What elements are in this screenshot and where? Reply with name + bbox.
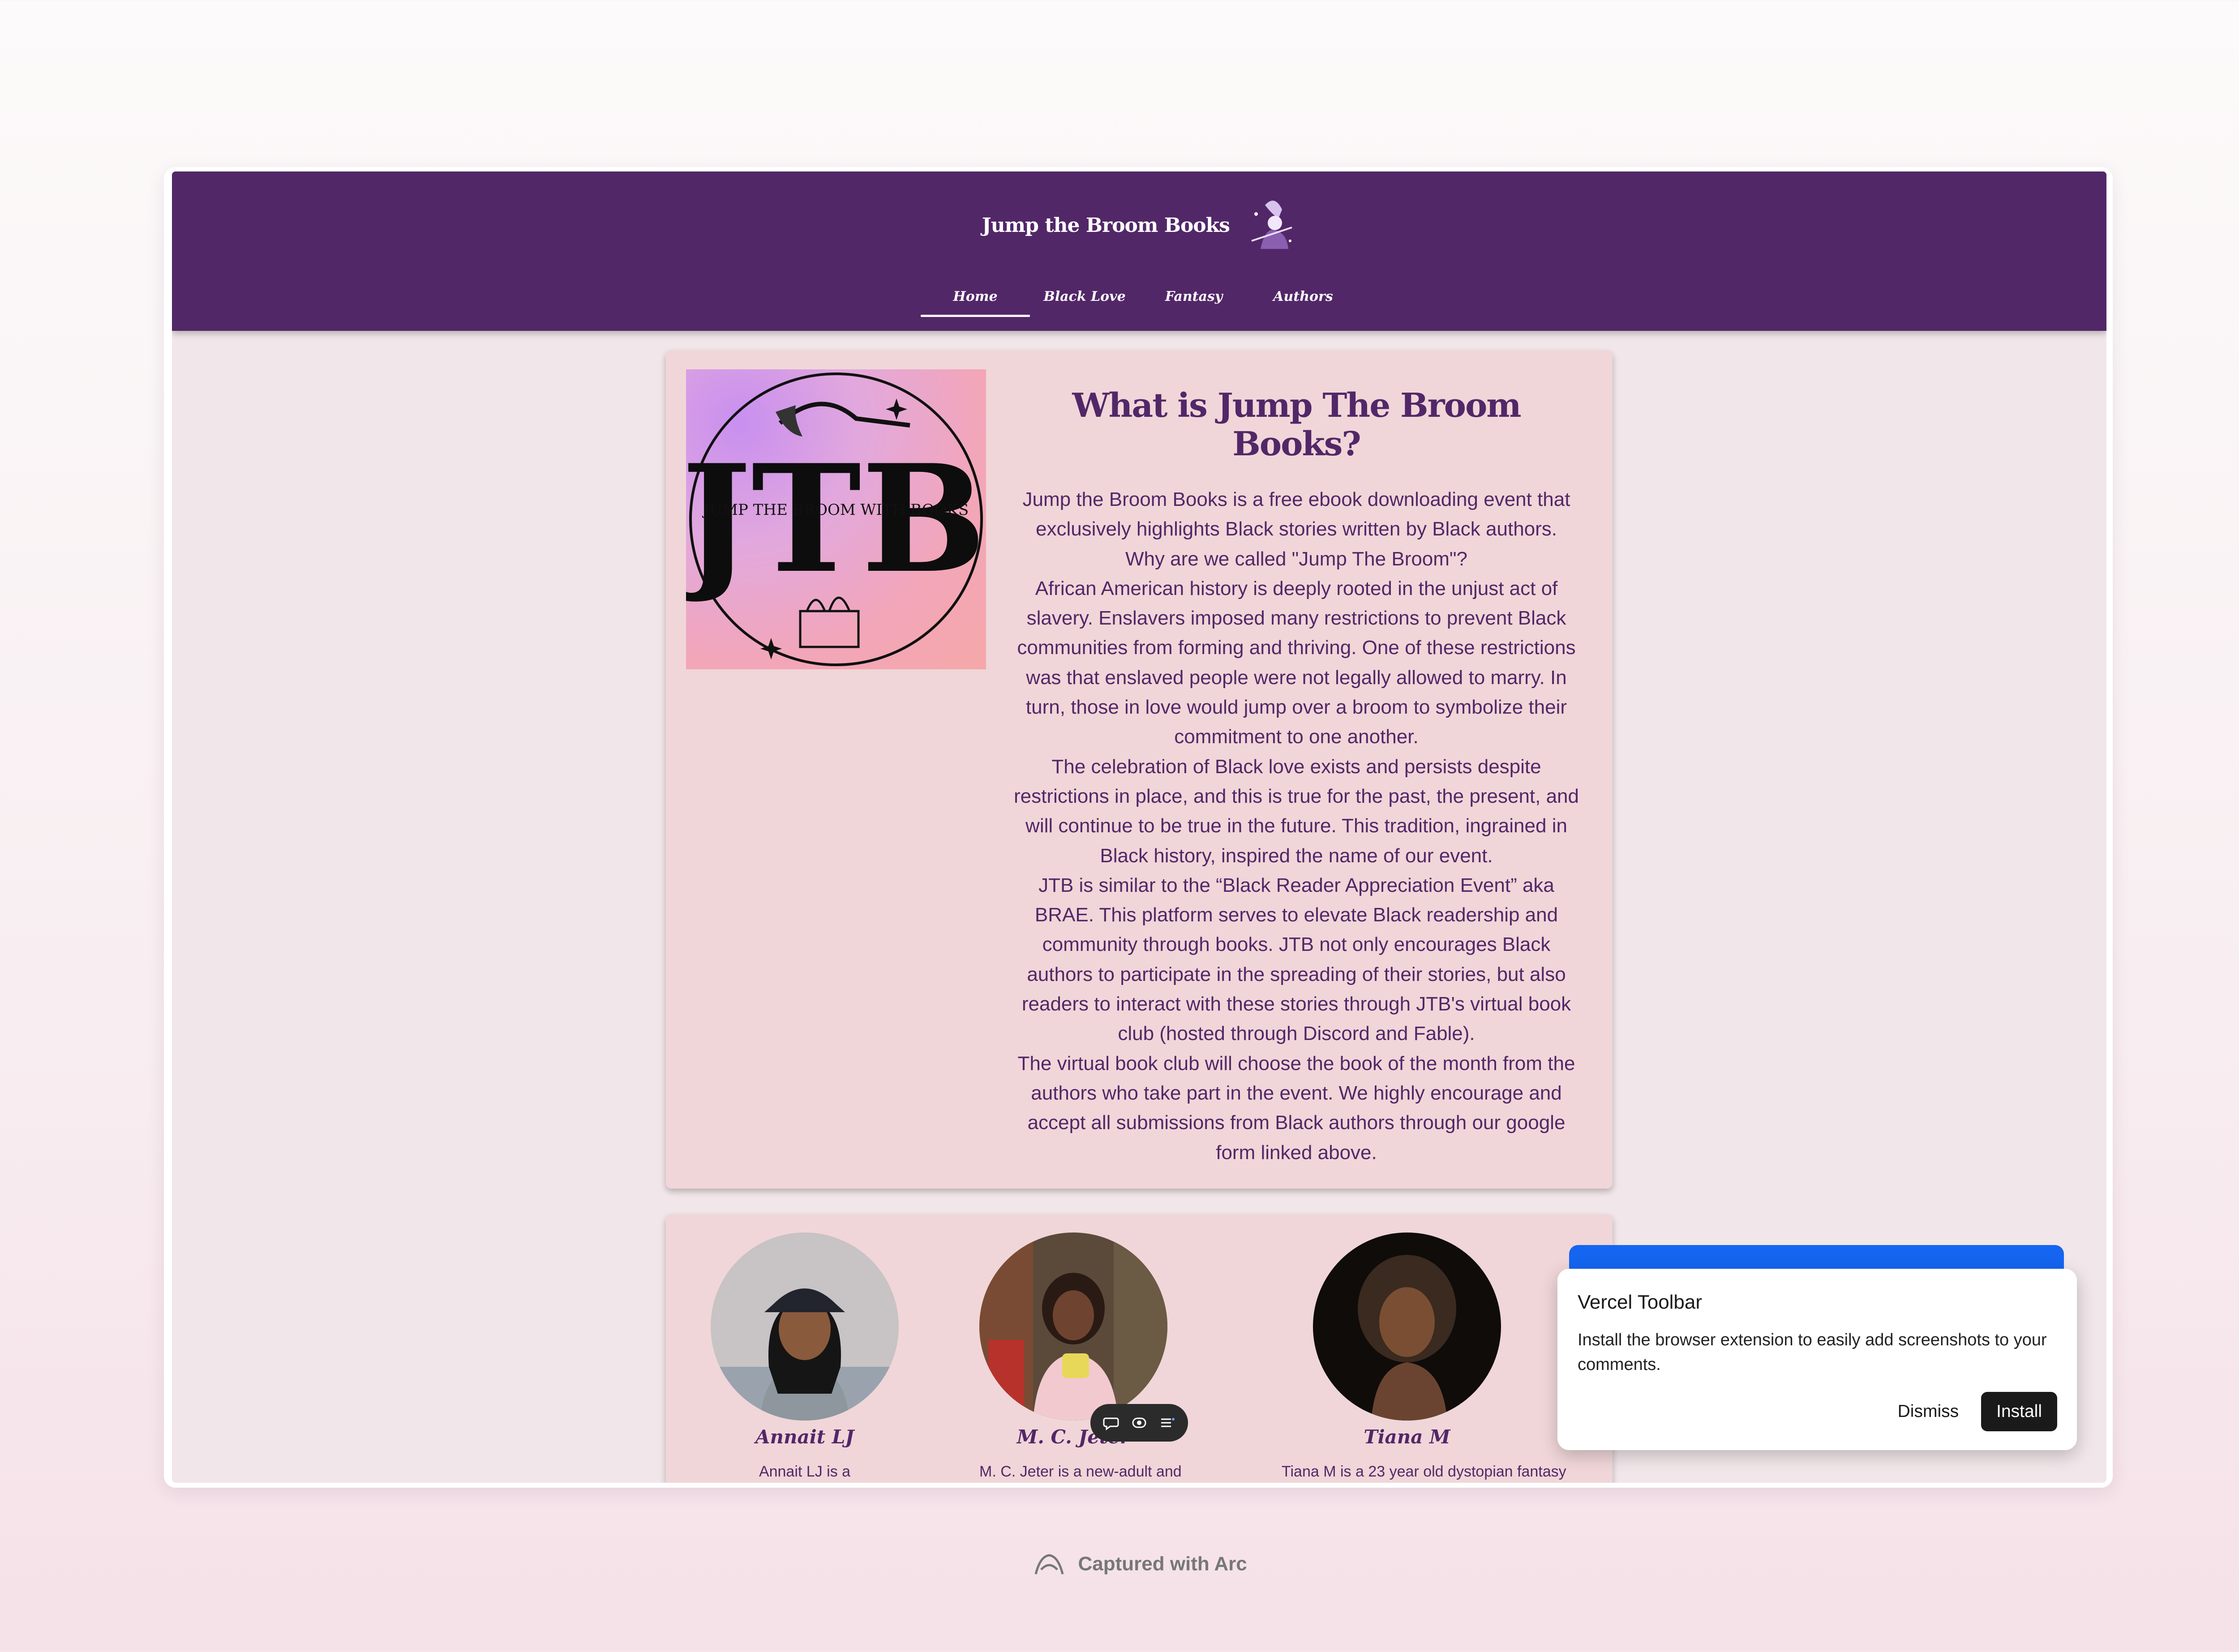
about-line: slavery. Enslavers imposed many restrict…: [1026, 607, 1566, 629]
jtb-logo-icon: JTB JUMP THE BROOM WITH BOOKS: [670, 372, 986, 666]
nav-fantasy[interactable]: Fantasy: [1139, 289, 1248, 317]
logo-ring-text: JUMP THE BROOM WITH BOOKS: [702, 501, 969, 519]
about-line: accept all submissions from Black author…: [1027, 1112, 1566, 1134]
portrait-image-icon: [979, 1233, 1167, 1421]
author-card[interactable]: M. C. Jeter M. C. Jeter is a new-adult a…: [979, 1233, 1182, 1481]
about-line: The virtual book club will choose the bo…: [1017, 1052, 1575, 1074]
witch-logo-icon: [1251, 201, 1292, 249]
about-line: communities from forming and thriving. O…: [1017, 637, 1576, 659]
about-line: club (hosted through Discord and Fable).: [1118, 1023, 1475, 1045]
about-line: community through books. JTB not only en…: [1042, 933, 1551, 956]
vercel-toolbar[interactable]: [1090, 1404, 1188, 1442]
about-line: The celebration of Black love exists and…: [1051, 755, 1541, 778]
menu-icon[interactable]: [1158, 1414, 1176, 1432]
author-photo: [1313, 1233, 1501, 1421]
install-button[interactable]: Install: [1981, 1392, 2057, 1431]
logo-jtb-text: JTB: [686, 432, 986, 606]
about-line: Jump the Broom Books is a free ebook dow…: [1022, 488, 1570, 510]
nav-black-love[interactable]: Black Love: [1030, 289, 1139, 317]
about-line: JTB is similar to the “Black Reader Appr…: [1038, 874, 1554, 896]
about-line: BRAE. This platform serves to elevate Bl…: [1034, 904, 1558, 926]
about-line: form linked above.: [1216, 1141, 1377, 1164]
about-line: restrictions in place, and this is true …: [1013, 785, 1579, 807]
jtb-logo-image: JTB JUMP THE BROOM WITH BOOKS: [670, 369, 986, 669]
author-photo: [979, 1233, 1167, 1421]
brand-title: Jump the Broom Books: [982, 214, 1230, 237]
main-nav: Home Black Love Fantasy Authors: [172, 289, 2106, 317]
portrait-image-icon: [1313, 1233, 1501, 1421]
about-line: turn, those in love would jump over a br…: [1025, 696, 1567, 719]
about-line: readers to interact with these stories t…: [1021, 993, 1571, 1015]
author-photo: [711, 1233, 899, 1421]
eye-toggle-icon[interactable]: [1130, 1414, 1148, 1432]
authors-card: Annait LJ Annait LJ is a M. C. Jeter M. …: [666, 1215, 1613, 1483]
author-name: Tiana M: [1364, 1426, 1450, 1448]
arc-capture-footer: Captured with Arc: [0, 1552, 2239, 1579]
about-line: Black history, inspired the name of our …: [1100, 844, 1493, 867]
author-bio: Tiana M is a 23 year old dystopian fanta…: [1282, 1463, 1566, 1480]
arc-logo-icon: [1034, 1554, 1064, 1575]
about-line: will continue to be true in the future. …: [1025, 815, 1567, 837]
nav-authors[interactable]: Authors: [1248, 289, 1358, 317]
author-card[interactable]: Annait LJ Annait LJ is a: [711, 1233, 899, 1481]
brand[interactable]: Jump the Broom Books: [172, 196, 2106, 254]
about-line: African American history is deeply roote…: [1035, 577, 1558, 599]
about-body: Jump the Broom Books is a free ebook dow…: [1005, 485, 1587, 1168]
vercel-toolbar-popup: Vercel Toolbar Install the browser exten…: [1557, 1269, 2077, 1450]
popup-title: Vercel Toolbar: [1578, 1291, 1703, 1313]
nav-home[interactable]: Home: [921, 289, 1030, 317]
author-name: Annait LJ: [755, 1426, 854, 1448]
dismiss-button[interactable]: Dismiss: [1875, 1402, 1981, 1421]
author-bio: Annait LJ is a: [759, 1463, 851, 1480]
about-card: JTB JUMP THE BROOM WITH BOOKS What is Ju…: [666, 351, 1613, 1189]
popup-message: Install the browser extension to easily …: [1578, 1331, 2047, 1374]
capture-label: Captured with Arc: [1078, 1553, 1247, 1575]
about-line: exclusively highlights Black stories wri…: [1035, 518, 1557, 540]
about-text: What is Jump The Broom Books? Jump the B…: [1005, 386, 1587, 1168]
about-heading: What is Jump The Broom Books?: [1072, 386, 1521, 463]
popup-actions: Dismiss Install: [1875, 1392, 2057, 1431]
author-bio: M. C. Jeter is a new-adult and: [979, 1463, 1182, 1480]
about-line: commitment to one another.: [1174, 726, 1419, 748]
site-navbar: Jump the Broom Books Home Black Love Fan…: [172, 171, 2106, 331]
about-line: was that enslaved people were not legall…: [1026, 666, 1567, 689]
portrait-image-icon: [711, 1233, 899, 1421]
about-line: Why are we called "Jump The Broom"?: [1125, 548, 1468, 570]
about-line: authors to participate in the spreading …: [1027, 963, 1566, 985]
comment-icon[interactable]: [1102, 1414, 1120, 1432]
author-card[interactable]: Tiana M Tiana M is a 23 year old dystopi…: [1282, 1233, 1566, 1481]
about-line: authors who take part in the event. We h…: [1031, 1082, 1562, 1104]
